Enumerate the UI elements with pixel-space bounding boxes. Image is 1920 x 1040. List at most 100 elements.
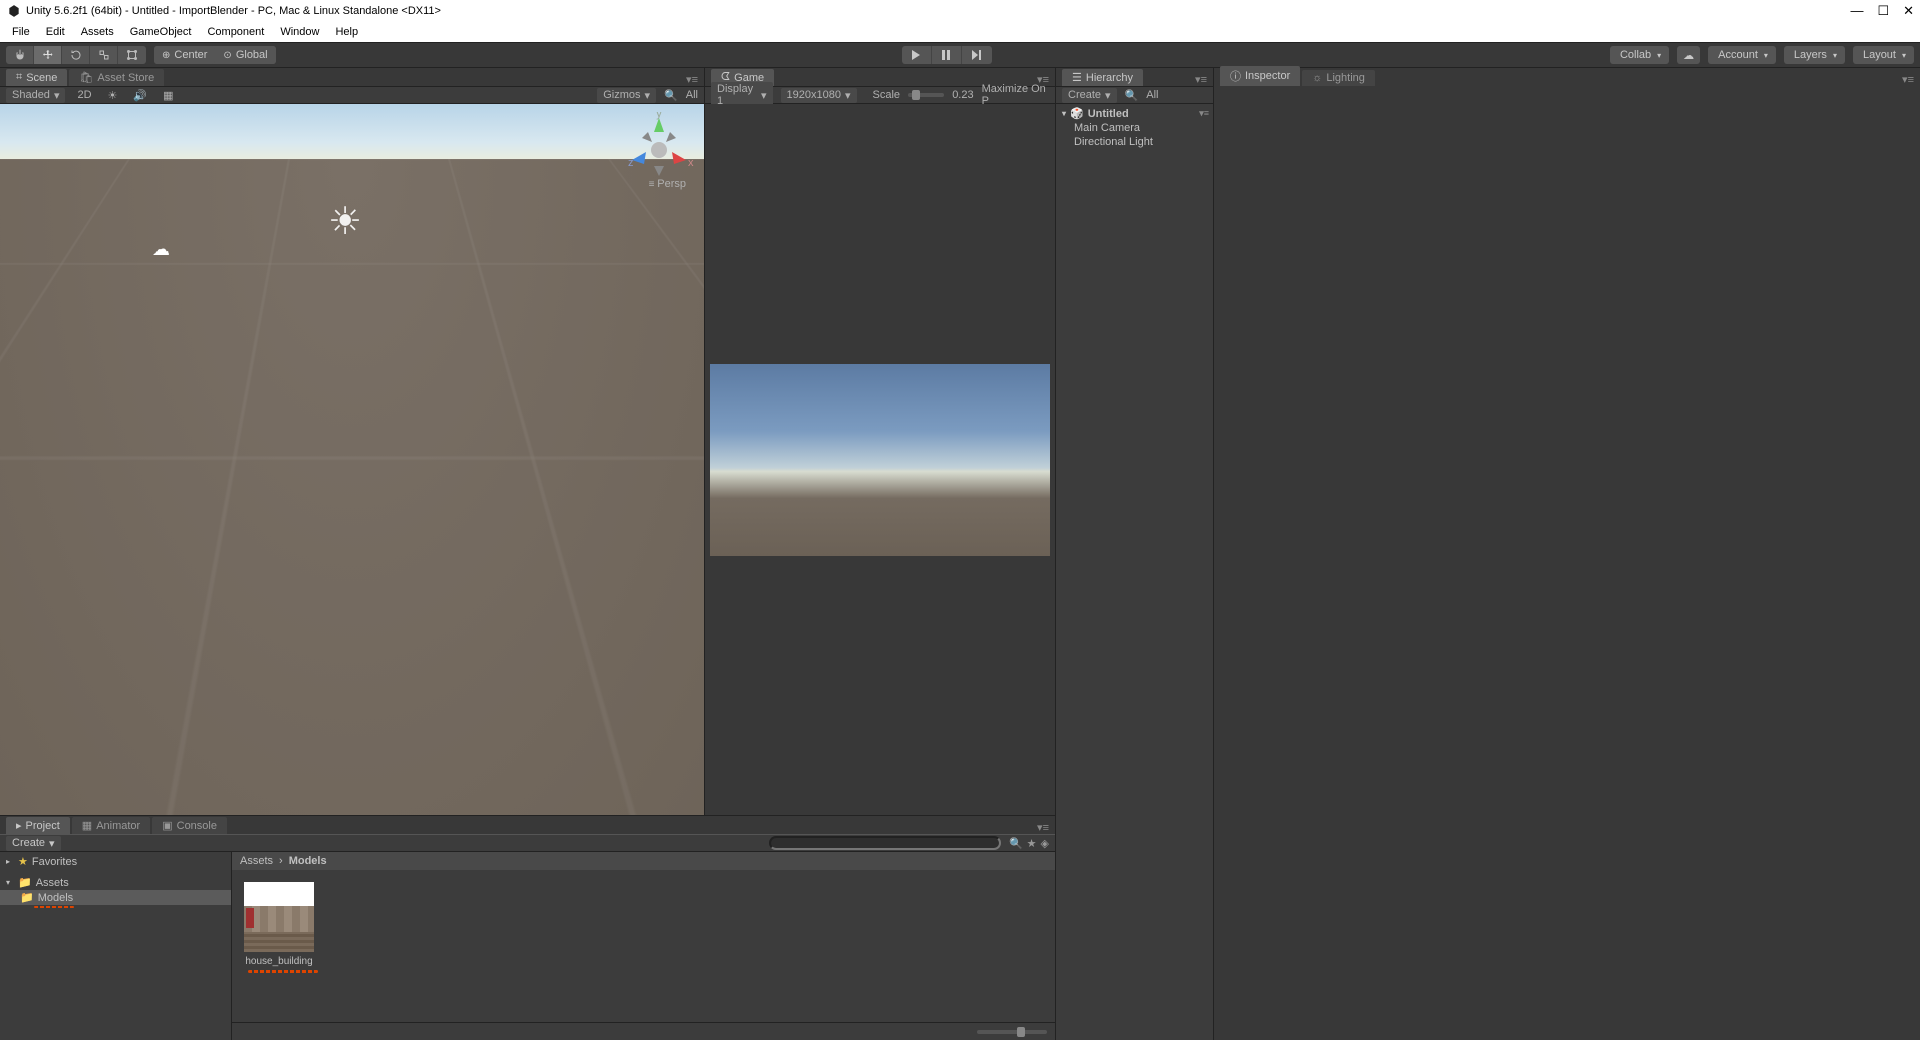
project-create-dropdown[interactable]: Create ▾ [6, 836, 61, 851]
tree-models[interactable]: 📁Models [0, 890, 231, 905]
tab-console-label: Console [177, 820, 217, 832]
tab-console[interactable]: ▣ Console [152, 817, 227, 834]
caret-down-icon: ▾ [845, 89, 851, 102]
tab-scene[interactable]: ⌗Scene [6, 69, 67, 86]
game-scale-slider[interactable] [908, 93, 944, 97]
collab-dropdown[interactable]: Collab▾ [1610, 46, 1669, 64]
pivot-center-toggle[interactable]: ⊕Center [154, 46, 215, 64]
hierarchy-scene-label: Untitled [1088, 108, 1129, 120]
panel-options-icon[interactable]: ▾≡ [1037, 821, 1049, 834]
window-close-button[interactable]: ✕ [1903, 3, 1914, 19]
scene-fx-toggle[interactable]: ▦ [159, 88, 177, 103]
step-button[interactable] [962, 46, 992, 64]
game-viewport[interactable] [705, 104, 1055, 815]
hierarchy-item-directional-light[interactable]: Directional Light [1056, 135, 1213, 149]
tab-project[interactable]: ▸Project [6, 817, 70, 834]
projection-label[interactable]: ≡ Persp [649, 178, 686, 190]
assets-grid[interactable]: house_building [232, 870, 1055, 1022]
play-button[interactable] [902, 46, 932, 64]
breadcrumb-root[interactable]: Assets [240, 855, 273, 867]
game-resolution-dropdown[interactable]: 1920x1080▾ [781, 88, 857, 103]
window-minimize-button[interactable]: — [1850, 3, 1863, 19]
hierarchy-scene-root[interactable]: ▾ 🎲 Untitled ▾≡ [1056, 106, 1213, 121]
panel-options-icon[interactable]: ▾≡ [1902, 73, 1914, 86]
menu-gameobject[interactable]: GameObject [122, 24, 200, 40]
scene-options-icon[interactable]: ▾≡ [1199, 108, 1209, 119]
window-controls: — ☐ ✕ [1850, 3, 1914, 19]
rotate-tool-button[interactable] [62, 46, 90, 64]
pivot-tools: ⊕Center ⊙Global [154, 46, 276, 64]
game-panel: ᗧGame ▾≡ Display 1▾ 1920x1080▾ Scale 0.2… [705, 68, 1055, 815]
caret-down-icon: ▾ [49, 837, 55, 850]
hand-tool-button[interactable] [6, 46, 34, 64]
menu-component[interactable]: Component [199, 24, 272, 40]
hierarchy-item-main-camera[interactable]: Main Camera [1056, 121, 1213, 135]
tab-animator[interactable]: ▦Animator [72, 817, 150, 834]
tab-hierarchy-label: Hierarchy [1086, 72, 1133, 84]
svg-text:y: y [656, 112, 662, 120]
menu-assets[interactable]: Assets [73, 24, 122, 40]
project-create-label: Create [12, 837, 45, 849]
svg-text:x: x [688, 157, 694, 169]
panel-options-icon[interactable]: ▾≡ [1195, 73, 1207, 86]
account-label: Account [1718, 49, 1758, 61]
thumbnail-size-slider[interactable] [977, 1030, 1047, 1034]
pivot-global-toggle[interactable]: ⊙Global [215, 46, 275, 64]
favorite-filter-icon[interactable]: ★ [1027, 837, 1037, 850]
tab-inspector[interactable]: ⓘ Inspector [1220, 66, 1300, 86]
scene-2d-toggle[interactable]: 2D [73, 88, 95, 102]
breadcrumb-current[interactable]: Models [289, 855, 327, 867]
move-tool-button[interactable] [34, 46, 62, 64]
window-maximize-button[interactable]: ☐ [1877, 3, 1889, 19]
caret-down-icon: ▾ [1657, 51, 1661, 60]
scene-gizmos-dropdown[interactable]: Gizmos▾ [597, 88, 656, 103]
menu-window[interactable]: Window [272, 24, 327, 40]
account-dropdown[interactable]: Account▾ [1708, 46, 1776, 64]
tree-favorites[interactable]: ▸★Favorites [0, 854, 231, 869]
layout-dropdown[interactable]: Layout▾ [1853, 46, 1914, 64]
scene-search-all-label[interactable]: All [686, 89, 698, 101]
scene-lighting-toggle[interactable]: ☀ [104, 88, 122, 103]
tree-favorites-label: Favorites [32, 856, 77, 868]
scene-shading-dropdown[interactable]: Shaded▾ [6, 88, 65, 103]
hierarchy-create-dropdown[interactable]: Create▾ [1062, 88, 1117, 103]
tab-inspector-label: Inspector [1245, 70, 1290, 82]
camera-gizmo-icon[interactable]: ☁ [152, 239, 170, 260]
folder-icon: 📁 [20, 891, 34, 904]
project-content: Assets › Models house_building [232, 852, 1055, 1040]
caret-down-icon: ▾ [761, 89, 767, 102]
pause-button[interactable] [932, 46, 962, 64]
scene-audio-toggle[interactable]: 🔊 [129, 88, 151, 103]
tree-assets-label: Assets [36, 877, 69, 889]
project-search-input[interactable] [769, 836, 1001, 850]
tab-asset-store[interactable]: 🛍Asset Store [69, 69, 164, 86]
scale-tool-button[interactable] [90, 46, 118, 64]
search-icon: 🔍 [1125, 89, 1139, 102]
tab-hierarchy[interactable]: ☰Hierarchy [1062, 69, 1143, 86]
menu-file[interactable]: File [4, 24, 38, 40]
scene-viewport[interactable]: ☀ ☁ y x z ≡ Persp [0, 104, 704, 815]
search-filter-icon[interactable]: 🔍 [1009, 837, 1023, 850]
hierarchy-body[interactable]: ▾ 🎲 Untitled ▾≡ Main Camera Directional … [1056, 104, 1213, 1040]
menu-help[interactable]: Help [327, 24, 366, 40]
tab-lighting[interactable]: ☼Lighting [1302, 70, 1375, 86]
tab-asset-store-label: Asset Store [97, 72, 154, 84]
layers-dropdown[interactable]: Layers▾ [1784, 46, 1845, 64]
project-tree: ▸★Favorites ▾📁Assets 📁Models [0, 852, 232, 1040]
svg-text:z: z [628, 157, 634, 169]
console-icon: ▣ [162, 819, 172, 832]
tab-lighting-label: Lighting [1326, 72, 1365, 84]
menu-edit[interactable]: Edit [38, 24, 73, 40]
scene-gizmos-label: Gizmos [603, 89, 640, 101]
tree-assets[interactable]: ▾📁Assets [0, 875, 231, 890]
panel-options-icon[interactable]: ▾≡ [686, 73, 698, 86]
hierarchy-search-all-label[interactable]: All [1146, 89, 1158, 101]
directional-light-gizmo-icon[interactable]: ☀ [328, 199, 362, 244]
orientation-gizmo[interactable]: y x z [624, 112, 694, 182]
unity-scene-icon: 🎲 [1070, 107, 1084, 120]
cloud-button[interactable]: ☁ [1677, 46, 1700, 64]
rect-tool-button[interactable] [118, 46, 146, 64]
inspector-icon: ⓘ [1230, 68, 1241, 84]
type-filter-icon[interactable]: ◈ [1041, 837, 1049, 850]
asset-item-house-building[interactable]: house_building [244, 882, 314, 967]
